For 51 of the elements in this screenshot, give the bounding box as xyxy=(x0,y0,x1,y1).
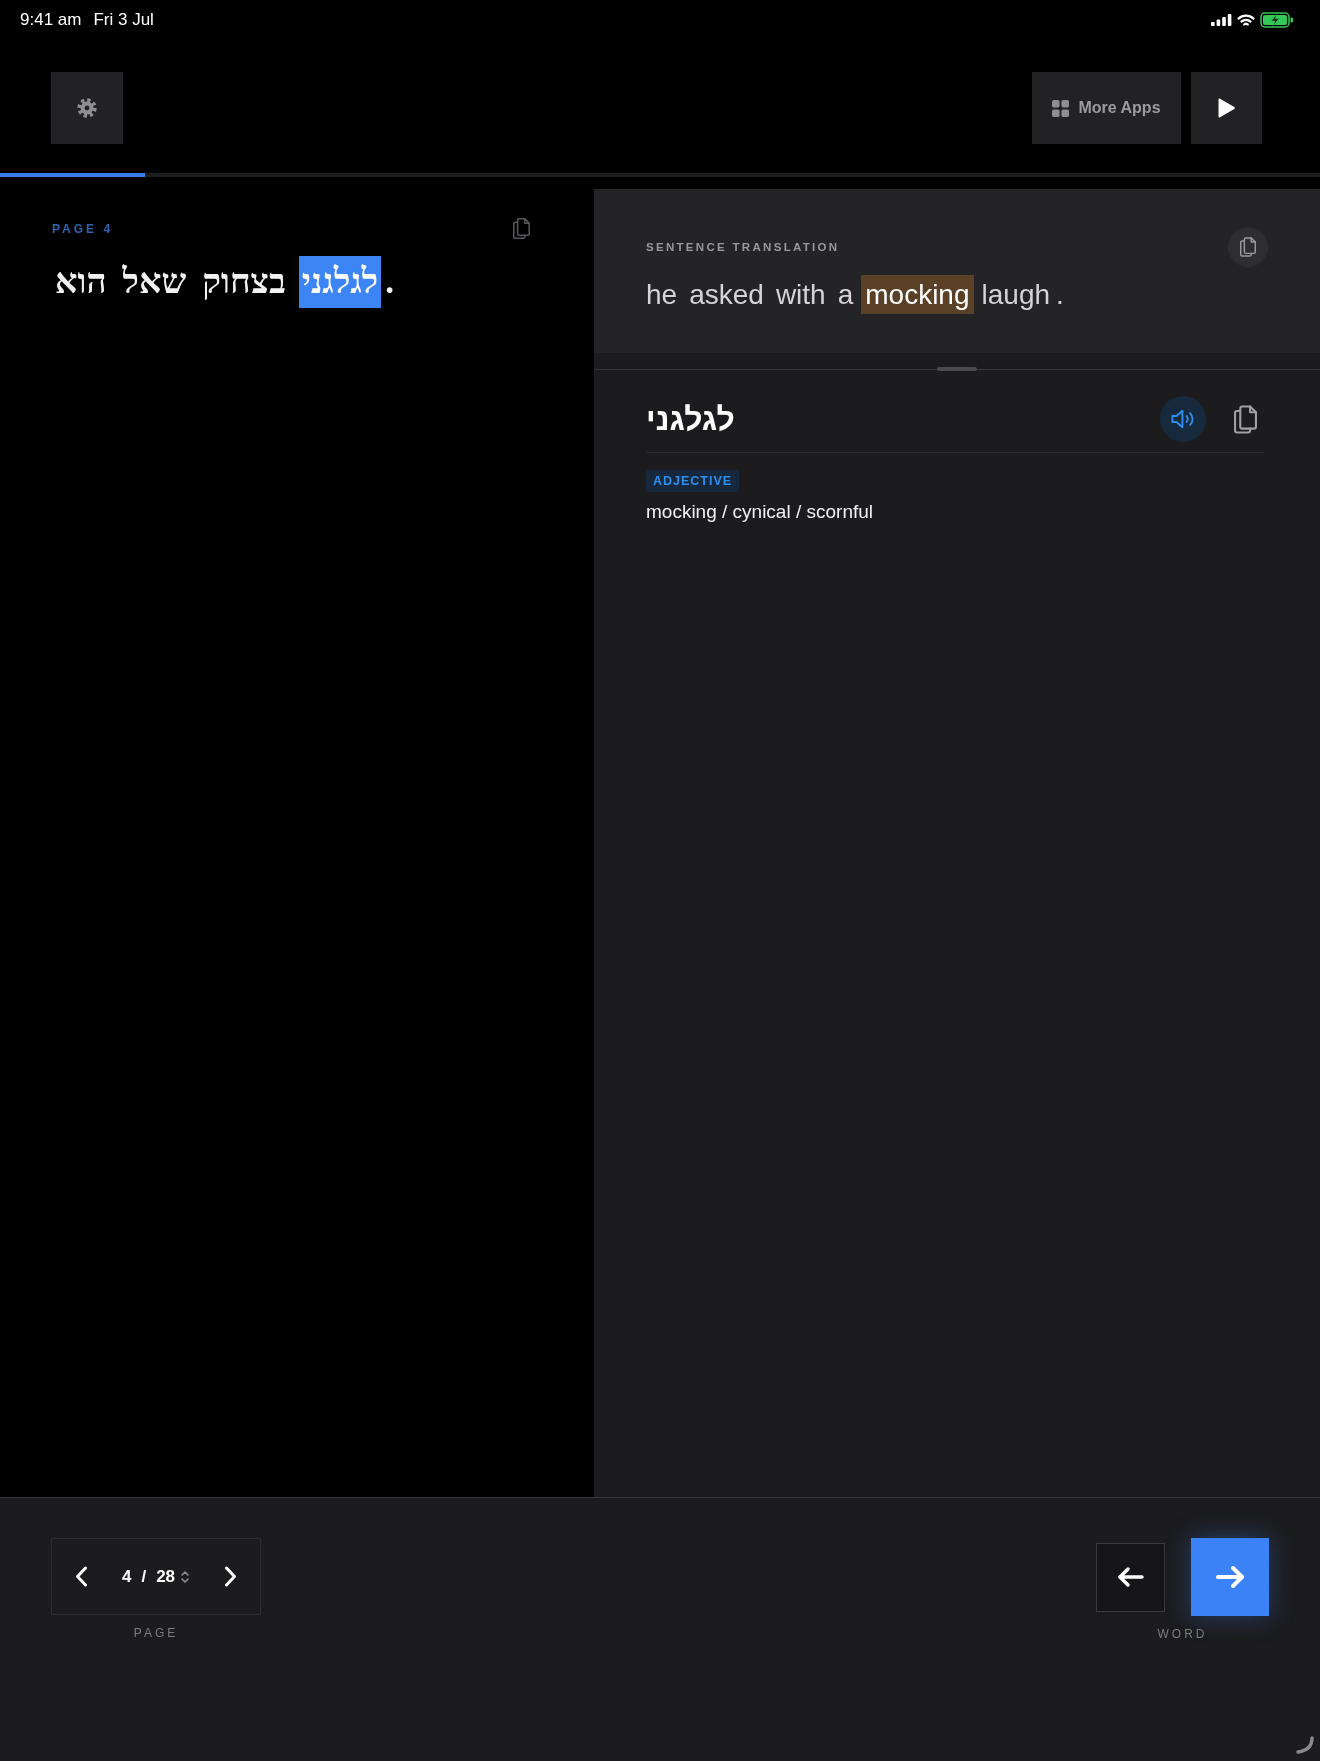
more-apps-button[interactable]: More Apps xyxy=(1032,72,1181,144)
status-date: Fri 3 Jul xyxy=(93,10,154,30)
headword: לגלגני xyxy=(646,400,735,438)
punctuation-mark: . xyxy=(384,261,395,303)
pronounce-button[interactable] xyxy=(1160,396,1206,442)
page-separator: / xyxy=(141,1566,147,1587)
total-pages: 28 xyxy=(156,1566,176,1587)
sentence-word[interactable]: שאל xyxy=(119,256,190,308)
punctuation-mark: . xyxy=(1055,278,1065,312)
sentence-word[interactable]: בצחוק xyxy=(199,256,289,308)
page-label: PAGE 4 xyxy=(52,221,114,236)
battery-charging-icon xyxy=(1260,12,1294,28)
arrow-left-icon xyxy=(1116,1566,1145,1588)
arrow-right-icon xyxy=(1215,1565,1245,1589)
copy-button[interactable] xyxy=(1234,404,1257,434)
copy-icon xyxy=(1234,404,1257,434)
sentence-word[interactable]: mocking xyxy=(861,275,974,314)
next-word-button[interactable] xyxy=(1191,1538,1269,1616)
copy-icon[interactable] xyxy=(513,218,530,239)
sentence-word[interactable]: הוא xyxy=(52,256,110,308)
speaker-icon xyxy=(1171,409,1195,429)
drag-handle[interactable] xyxy=(937,367,977,371)
grid-icon xyxy=(1052,99,1070,117)
resize-corner-icon[interactable] xyxy=(1296,1736,1314,1754)
sentence-word[interactable]: לגלגני xyxy=(298,256,382,308)
next-page-button[interactable] xyxy=(224,1566,237,1587)
page-nav-label: PAGE xyxy=(133,1626,179,1640)
part-of-speech-tag: ADJECTIVE xyxy=(646,470,740,492)
status-time: 9:41 am xyxy=(20,10,82,30)
previous-page-button[interactable] xyxy=(75,1566,88,1587)
previous-word-button[interactable] xyxy=(1096,1542,1165,1612)
copy-icon xyxy=(1240,237,1256,257)
section-heading: SENTENCE TRANSLATION xyxy=(646,241,840,253)
up-down-icon[interactable] xyxy=(180,1568,191,1585)
sentence-word[interactable]: a xyxy=(833,275,858,314)
current-page[interactable]: 4 xyxy=(121,1566,132,1587)
settings-button[interactable] xyxy=(51,72,123,144)
cellular-signal-icon xyxy=(1211,14,1232,26)
sentence-word[interactable]: laugh xyxy=(977,275,1055,314)
sentence-word[interactable]: asked xyxy=(685,275,768,314)
chevron-left-icon xyxy=(75,1566,88,1587)
play-icon xyxy=(1218,98,1235,118)
play-button[interactable] xyxy=(1191,72,1262,144)
copy-button[interactable] xyxy=(1228,227,1268,267)
word-definition: mocking / cynical / scornful xyxy=(646,501,874,523)
sentence-word[interactable]: with xyxy=(771,275,830,314)
settings-icon xyxy=(76,97,98,119)
word-nav-label: WORD xyxy=(1157,1627,1208,1641)
wifi-icon xyxy=(1237,13,1255,27)
chevron-right-icon xyxy=(224,1566,237,1587)
sentence-word[interactable]: he xyxy=(642,275,682,314)
